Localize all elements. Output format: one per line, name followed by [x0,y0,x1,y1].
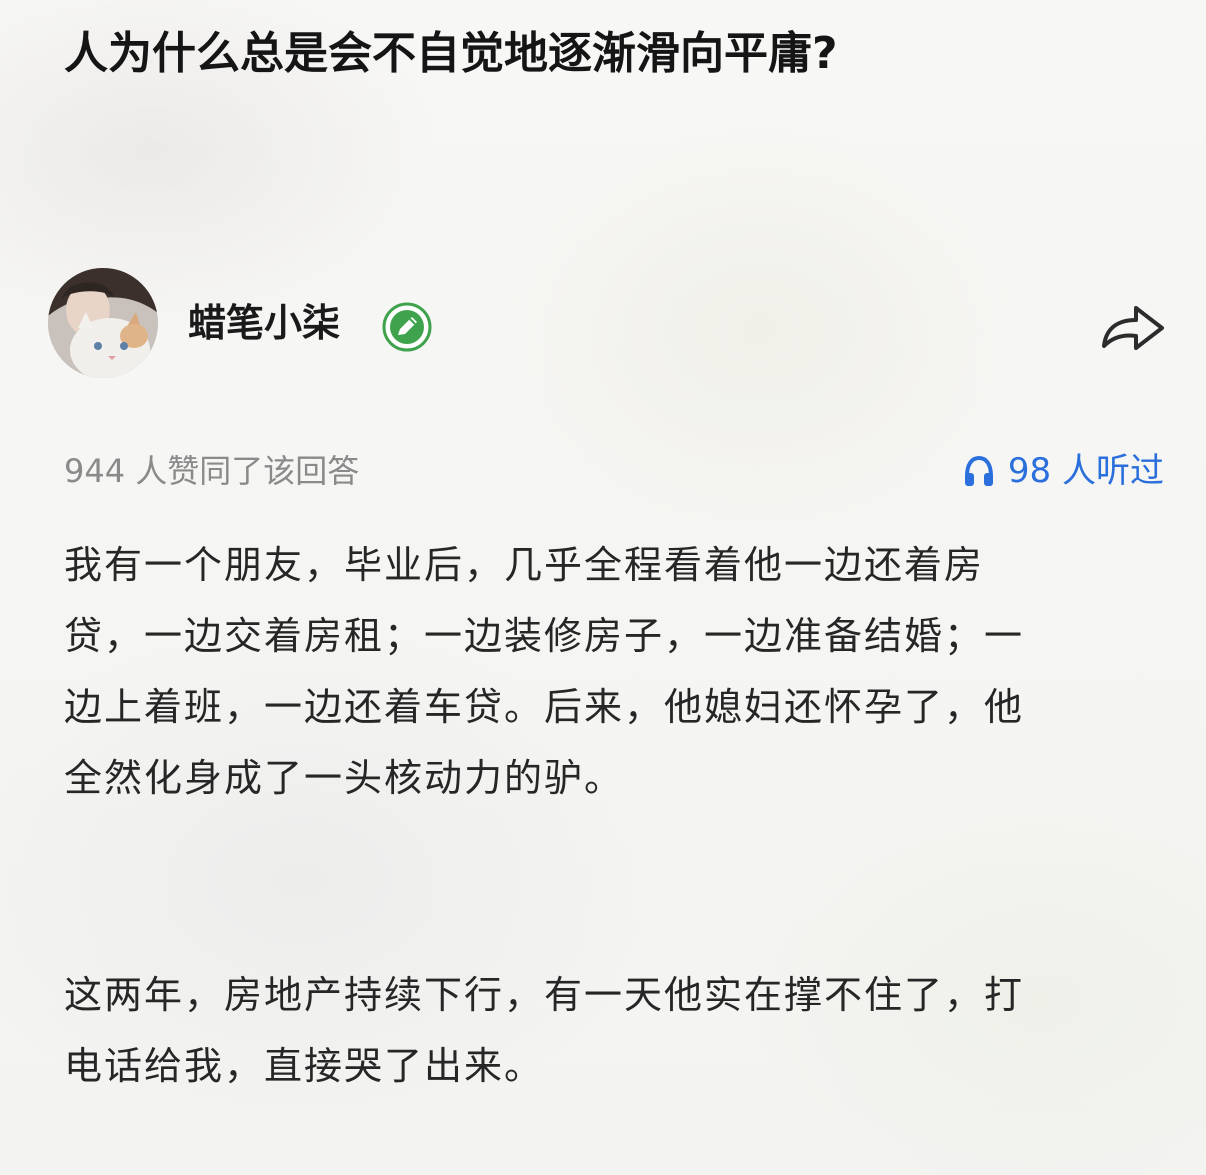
listen-count-button[interactable]: 98 人听过 [962,448,1164,494]
avatar-photo-icon [48,268,158,378]
author-row: 蜡笔小柒 [48,268,1168,380]
answer-line: 边上着班，一边还着车贷。后来，他媳妇还怀孕了，他 [64,685,1025,729]
share-arrow-icon [1102,306,1164,350]
answer-line: 这两年，房地产持续下行，有一天他实在撑不住了，打 [64,973,1025,1017]
answer-line: 电话给我，直接哭了出来。 [64,1044,545,1088]
share-button[interactable] [1098,298,1168,354]
answer-paragraph: 我有一个朋友，毕业后，几乎全程看着他一边还着房 贷，一边交着房租；一边装修房子，… [64,530,1144,814]
answer-line: 贷，一边交着房租；一边装修房子，一边准备结婚；一 [64,614,1025,658]
author-avatar[interactable] [48,268,158,378]
vote-count: 944 人赞同了该回答 [64,452,360,490]
headphones-icon [964,455,993,486]
listen-count-text: 98 人听过 [1007,451,1164,491]
meta-row: 944 人赞同了该回答 98 人听过 [64,448,1164,494]
answer-line: 我有一个朋友，毕业后，几乎全程看着他一边还着房 [64,543,985,587]
author-name[interactable]: 蜡笔小柒 [188,298,340,348]
question-title[interactable]: 人为什么总是会不自觉地逐渐滑向平庸? [64,22,1164,86]
answer-line: 全然化身成了一头核动力的驴。 [64,756,625,800]
answer-paragraph: 这两年，房地产持续下行，有一天他实在撑不住了，打 电话给我，直接哭了出来。 [64,960,1144,1102]
verified-pen-icon [382,302,432,352]
